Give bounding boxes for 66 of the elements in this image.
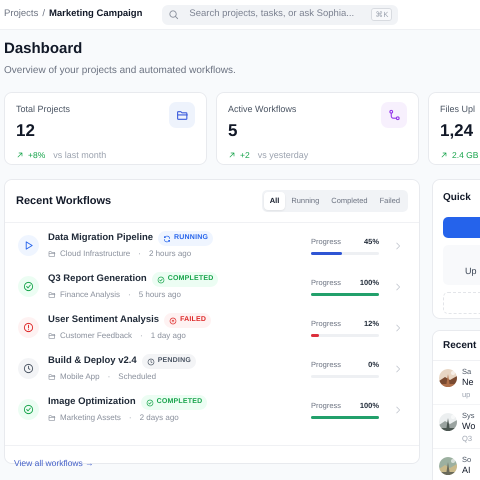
project-name: Marketing Assets bbox=[60, 412, 121, 424]
clock-icon bbox=[146, 358, 155, 366]
separator-dot: · bbox=[138, 248, 141, 260]
check-circle-icon bbox=[23, 404, 34, 415]
stat-label: Total Projects bbox=[16, 103, 72, 116]
breadcrumb-item: Marketing Campaign bbox=[48, 7, 142, 22]
workflow-time: Scheduled bbox=[118, 370, 156, 383]
clock-icon bbox=[23, 363, 34, 374]
separator-dot: · bbox=[128, 288, 131, 301]
stat-change: +8% bbox=[28, 148, 46, 162]
x-circle-icon bbox=[169, 316, 178, 324]
stat-note: vs yesterday bbox=[258, 148, 308, 162]
check-circle-icon bbox=[23, 281, 34, 292]
workflow-name: Q3 Report Generation bbox=[48, 272, 147, 286]
check-circle-icon bbox=[146, 398, 154, 406]
stat-label: Active Workflows bbox=[228, 103, 298, 116]
breadcrumb-item[interactable]: Projects bbox=[4, 7, 38, 22]
card-title: Recent bbox=[443, 339, 476, 353]
stat-value: 12 bbox=[16, 122, 36, 138]
separator-dot: · bbox=[140, 330, 143, 342]
trend-up-icon bbox=[228, 151, 236, 160]
stat-value: 1,24 bbox=[440, 122, 474, 138]
separator-dot: · bbox=[128, 412, 132, 424]
workflow-time: 1 day ago bbox=[150, 330, 186, 342]
check-circle-icon bbox=[156, 276, 165, 284]
workflow-time: 2 days ago bbox=[140, 412, 179, 424]
card-title: Quick bbox=[443, 191, 472, 205]
play-icon bbox=[23, 240, 34, 251]
folder-icon bbox=[48, 250, 56, 258]
stat-change: +2 bbox=[240, 148, 250, 162]
activity-title: Wo bbox=[462, 421, 476, 433]
stat-label: Files Upl bbox=[440, 103, 476, 116]
page-subtitle: Overview of your projects and automated workflows. bbox=[4, 64, 237, 78]
stat-value: 5 bbox=[228, 122, 238, 138]
page-title: Dashboard bbox=[4, 40, 84, 58]
activity-title: AI bbox=[462, 465, 472, 477]
folder-icon bbox=[176, 108, 188, 122]
branch-icon bbox=[388, 108, 400, 122]
card-title: Recent Workflows bbox=[16, 194, 112, 209]
activity-title: Ne bbox=[462, 377, 474, 389]
workflow-name: Data Migration Pipeline bbox=[48, 231, 154, 246]
project-name: Cloud Infrastructure bbox=[60, 248, 130, 260]
workflow-name: Image Optimization bbox=[48, 395, 136, 410]
sync-icon bbox=[163, 234, 172, 242]
breadcrumb-separator: / bbox=[42, 7, 45, 22]
workflow-name: Build & Deploy v2.4 bbox=[48, 354, 137, 368]
search-field[interactable]: Search projects, tasks, or ask Sophia... bbox=[187, 6, 364, 23]
alert-icon bbox=[23, 322, 34, 333]
workflow-name: User Sentiment Analysis bbox=[48, 313, 160, 328]
stat-change: 2.4 GB bbox=[452, 148, 478, 162]
folder-icon bbox=[48, 290, 56, 299]
folder-icon bbox=[48, 332, 56, 340]
workflow-time: 2 hours ago bbox=[148, 248, 192, 260]
action-tile[interactable]: Up bbox=[443, 245, 480, 285]
separator-dot: · bbox=[108, 370, 110, 383]
project-name: Mobile App bbox=[60, 370, 100, 383]
trend-up-icon bbox=[16, 151, 24, 160]
workflow-time: 5 hours ago bbox=[138, 288, 181, 301]
trend-up-icon bbox=[440, 150, 448, 159]
view-all-link[interactable]: View all workflows → bbox=[14, 458, 94, 468]
project-name: Finance Analysis bbox=[60, 288, 120, 301]
folder-icon bbox=[48, 372, 56, 381]
search-icon bbox=[168, 9, 180, 20]
stat-note: vs last month bbox=[53, 148, 106, 162]
project-name: Customer Feedback bbox=[60, 330, 132, 342]
folder-icon bbox=[48, 414, 56, 422]
